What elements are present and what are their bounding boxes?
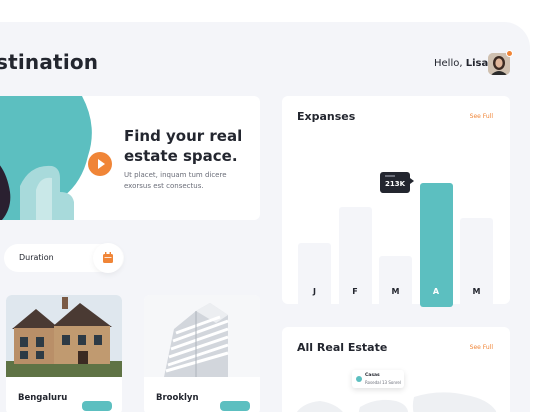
chart-category-label: M bbox=[472, 287, 481, 296]
hero-desc-line-1: Ut placet, inquam tum dicere bbox=[124, 171, 227, 179]
listing-card[interactable]: Brooklyn bbox=[144, 295, 260, 412]
tooltip-caption bbox=[385, 175, 395, 177]
listing-name: Brooklyn bbox=[156, 393, 199, 403]
map-pin-title: Casas bbox=[365, 373, 380, 378]
chart-bar[interactable] bbox=[379, 256, 412, 307]
chart-category-label: F bbox=[352, 287, 358, 296]
listing-tag bbox=[82, 401, 112, 411]
expanses-see-full-link[interactable]: See Full bbox=[470, 113, 493, 120]
all-real-estate-panel: All Real Estate See Full Casas Rosedal 1… bbox=[282, 327, 510, 412]
tooltip-value: 213K bbox=[384, 180, 406, 188]
hero-title-line-1: Find your real bbox=[124, 127, 243, 145]
calendar-icon bbox=[103, 252, 113, 263]
listing-photo-brooklyn bbox=[144, 295, 260, 377]
chart-bar[interactable] bbox=[298, 243, 331, 307]
chart-category-label: J bbox=[313, 287, 316, 296]
hero-description: Ut placet, inquam tum dicere exorsus est… bbox=[124, 170, 244, 192]
hero-title-line-2: estate space. bbox=[124, 147, 238, 165]
calendar-button[interactable] bbox=[93, 243, 123, 273]
hero-desc-line-2: exorsus est consectus. bbox=[124, 182, 204, 190]
play-button[interactable] bbox=[88, 152, 112, 176]
expanses-title: Expanses bbox=[297, 110, 356, 123]
map-pin-card[interactable]: Casas Rosedal 13 Sonrel bbox=[352, 370, 404, 388]
greeting-prefix: Hello, bbox=[434, 58, 463, 69]
hero-banner: Find your real estate space. Ut placet, … bbox=[0, 96, 260, 220]
duration-label: Duration bbox=[19, 253, 54, 262]
page-title: stination bbox=[0, 50, 99, 74]
dashboard: stination Hello, Lisa! Find your real es… bbox=[0, 22, 530, 412]
greeting: Hello, Lisa! bbox=[434, 58, 493, 69]
bar-tooltip: 213K bbox=[380, 172, 414, 193]
listing-photo-bengaluru bbox=[6, 295, 122, 377]
listing-tag bbox=[220, 401, 250, 411]
notification-dot bbox=[506, 50, 513, 57]
chart-category-label: M bbox=[391, 287, 400, 296]
map-pin-subtitle: Rosedal 13 Sonrel bbox=[365, 380, 401, 385]
chart-category-label: A bbox=[432, 287, 440, 296]
expanses-panel: Expanses See Full J F M A M 213K bbox=[282, 96, 510, 307]
listing-card[interactable]: Bengaluru bbox=[6, 295, 122, 412]
listing-name: Bengaluru bbox=[18, 393, 68, 403]
map-pin-icon bbox=[356, 376, 362, 382]
all-real-estate-see-full-link[interactable]: See Full bbox=[470, 344, 493, 351]
hero-title: Find your real estate space. bbox=[124, 126, 242, 166]
all-real-estate-title: All Real Estate bbox=[297, 341, 388, 354]
